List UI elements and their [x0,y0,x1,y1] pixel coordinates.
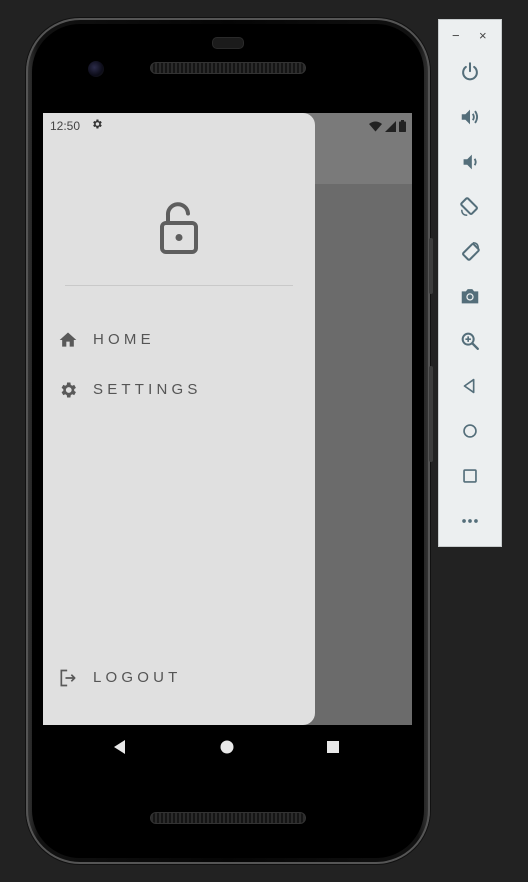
phone-power-key [429,238,433,294]
camera-icon[interactable] [459,285,481,307]
toolbar-window-controls: − × [439,28,501,44]
overview-icon[interactable] [459,465,481,487]
nav-back-icon[interactable] [110,737,130,757]
phone-volume-key [429,366,433,462]
volume-up-icon[interactable] [459,106,481,128]
status-time: 12:50 [50,119,81,133]
drawer-item-label: HOME [93,331,155,348]
drawer-item-logout[interactable]: LOGOUT [43,658,315,698]
battery-icon [399,120,406,132]
nav-recents-icon[interactable] [323,737,343,757]
unlocked-padlock-icon [160,202,198,254]
emulator-toolbar: − × [438,19,502,547]
navigation-drawer: 12:50 HOME SETTINGS LOGOUT [43,113,315,725]
rotate-left-icon[interactable] [459,196,481,218]
front-camera [88,61,104,77]
rotate-right-icon[interactable] [459,240,481,262]
zoom-icon[interactable] [459,330,481,352]
earpiece-slot [212,37,244,49]
status-settings-icon [93,119,102,129]
drawer-item-home[interactable]: HOME [43,320,315,360]
minimize-button[interactable]: − [452,28,460,44]
back-icon[interactable] [459,375,481,397]
power-icon[interactable] [459,61,481,83]
cell-signal-icon [385,120,396,132]
volume-down-icon[interactable] [459,151,481,173]
logout-icon [60,669,76,687]
gear-icon [61,382,76,398]
system-status-icons [369,116,406,136]
wifi-icon [369,121,382,131]
drawer-item-label: SETTINGS [93,381,202,398]
home-icon [59,332,77,347]
bottom-speaker [150,812,306,824]
drawer-item-settings[interactable]: SETTINGS [43,370,315,410]
drawer-divider [65,285,293,286]
close-button[interactable]: × [479,28,487,44]
more-icon[interactable] [459,510,481,532]
drawer-item-label: LOGOUT [93,669,182,686]
nav-home-icon[interactable] [217,737,237,757]
home-circle-icon[interactable] [459,420,481,442]
device-screen: 12:50 HOME SETTINGS LOGOUT [43,113,412,725]
top-speaker [150,62,306,74]
